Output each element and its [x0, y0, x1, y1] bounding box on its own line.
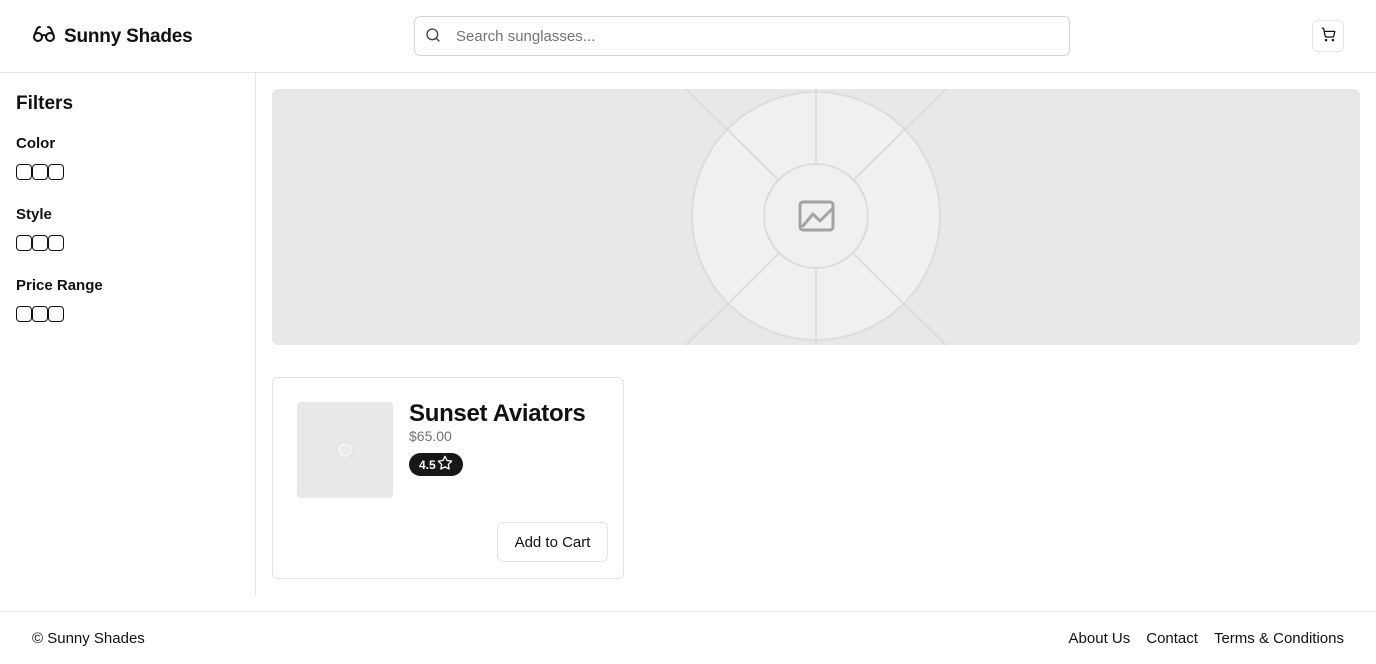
filters-title: Filters	[16, 93, 74, 114]
product-image[interactable]	[297, 402, 393, 498]
copyright: © Sunny Shades	[32, 630, 145, 647]
product-card: Sunset Aviators $65.00 4.5 Add to Cart	[272, 377, 624, 579]
style-option[interactable]	[16, 235, 32, 251]
filters-sidebar: Filters Color Style Price Range	[0, 73, 256, 595]
filter-label: Style	[16, 206, 52, 223]
filter-group-color: Color	[16, 135, 64, 180]
price-range-option[interactable]	[16, 306, 32, 322]
price-range-option[interactable]	[32, 306, 48, 322]
cart-button[interactable]	[1312, 20, 1344, 52]
hero-banner	[272, 89, 1360, 345]
color-option[interactable]	[48, 164, 64, 180]
filter-options	[16, 235, 64, 251]
add-to-cart-button[interactable]: Add to Cart	[497, 522, 608, 562]
rating-value: 4.5	[419, 457, 436, 472]
glasses-icon	[32, 22, 56, 51]
style-option[interactable]	[48, 235, 64, 251]
shopping-cart-icon	[1321, 27, 1336, 45]
star-icon	[437, 455, 453, 474]
footer-link-contact[interactable]: Contact	[1146, 630, 1198, 647]
filter-label: Color	[16, 135, 56, 152]
product-name[interactable]: Sunset Aviators	[409, 400, 586, 428]
color-option[interactable]	[16, 164, 32, 180]
brand-name: Sunny Shades	[64, 25, 193, 47]
footer-link-about-us[interactable]: About Us	[1069, 630, 1131, 647]
filter-group-style: Style	[16, 206, 64, 251]
color-option[interactable]	[32, 164, 48, 180]
filter-group-price-range: Price Range	[16, 277, 103, 322]
product-price: $65.00	[409, 428, 452, 444]
filter-options	[16, 164, 64, 180]
rating-badge: 4.5	[409, 453, 463, 476]
site-header: Sunny Shades	[0, 0, 1376, 73]
hero-placeholder-graphic	[642, 89, 990, 345]
footer-link-terms[interactable]: Terms & Conditions	[1214, 630, 1344, 647]
price-range-option[interactable]	[48, 306, 64, 322]
filter-label: Price Range	[16, 277, 103, 294]
search-input[interactable]	[415, 17, 1069, 55]
search-bar	[414, 16, 1070, 56]
brand[interactable]: Sunny Shades	[32, 22, 193, 51]
footer-nav: About Us Contact Terms & Conditions	[1069, 630, 1344, 647]
image-placeholder-icon	[336, 441, 354, 459]
search-icon	[425, 27, 441, 48]
style-option[interactable]	[32, 235, 48, 251]
site-footer: © Sunny Shades About Us Contact Terms & …	[0, 611, 1376, 664]
filter-options	[16, 306, 103, 322]
